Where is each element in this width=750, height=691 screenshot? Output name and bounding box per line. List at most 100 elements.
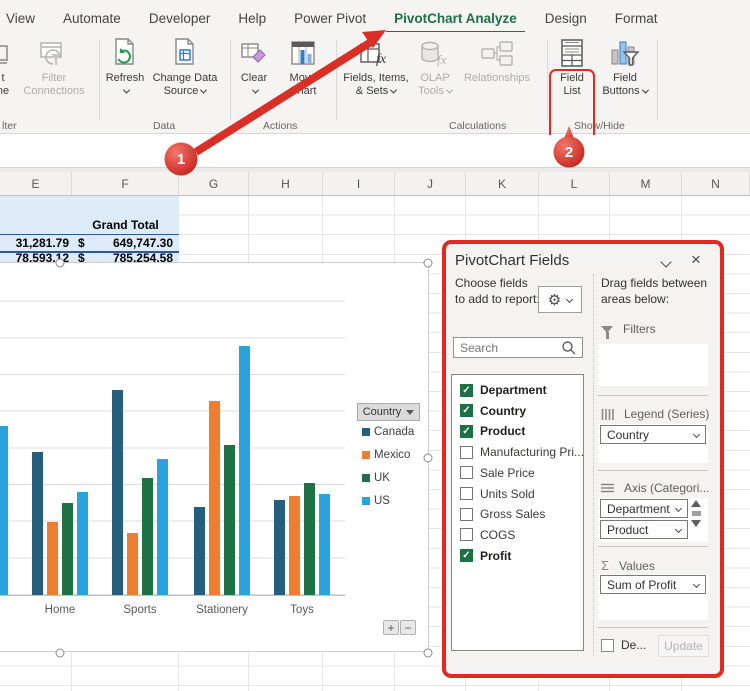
legend-field-dropdown[interactable]: Country [600, 425, 706, 444]
button-label: Relationships [463, 72, 531, 84]
bar-mexico-toys[interactable] [289, 496, 300, 595]
values-drop-zone[interactable]: Sum of Profit [598, 574, 708, 620]
selection-handle-top-right[interactable] [423, 258, 433, 268]
filter-connections-button[interactable]: Filter Connections [12, 36, 96, 98]
column-header-N[interactable]: N [682, 172, 750, 195]
tab-format[interactable]: Format [601, 7, 672, 30]
bar-us-home[interactable] [77, 492, 88, 595]
pivot-chart[interactable]: Home Sports Stationery Toys Country Canada M… [0, 258, 433, 658]
unchecked-checkbox[interactable] [460, 507, 473, 521]
move-chart-button[interactable]: Move Chart [282, 36, 324, 98]
field-item-product[interactable]: ✓ Product [460, 424, 525, 438]
bar-mexico-home[interactable] [47, 521, 58, 595]
change-data-source-button[interactable]: Change Data Source [152, 36, 218, 98]
field-item-cogs[interactable]: COGS [460, 528, 515, 542]
grand-total-cell[interactable]: Grand Total [72, 218, 179, 232]
field-item-sale-price[interactable]: Sale Price [460, 466, 535, 480]
clear-button[interactable]: Clear [237, 36, 271, 98]
tab-view[interactable]: View [0, 7, 49, 30]
bar-uk-sports[interactable] [142, 477, 153, 595]
defer-layout-update[interactable]: De... [601, 638, 646, 652]
bar-mexico-sports[interactable] [127, 532, 138, 595]
olap-tools-button[interactable]: fx OLAP Tools [414, 36, 456, 98]
axis-field-dropdown-department[interactable]: Department [600, 499, 688, 518]
panel-close-icon[interactable]: × [691, 250, 701, 270]
legend-label: Canada [374, 426, 415, 438]
column-header-K[interactable]: K [466, 172, 539, 195]
cell-e[interactable]: 31,281.79 [0, 236, 72, 250]
tab-design[interactable]: Design [531, 7, 601, 30]
defer-checkbox[interactable] [601, 638, 614, 652]
bar-canada-toys[interactable] [274, 499, 285, 595]
bar-us-sports[interactable] [157, 459, 168, 595]
tab-help[interactable]: Help [224, 7, 280, 30]
column-header-L[interactable]: L [539, 172, 610, 195]
bar-uk-home[interactable] [62, 503, 73, 595]
field-item-units-sold[interactable]: Units Sold [460, 487, 535, 501]
tab-power-pivot[interactable]: Power Pivot [280, 7, 380, 30]
search-input[interactable]: Search [453, 337, 583, 358]
unchecked-checkbox[interactable] [460, 445, 473, 459]
refresh-button[interactable]: Refresh [103, 36, 147, 98]
column-header-H[interactable]: H [249, 172, 323, 195]
cell-f[interactable]: $649,747.30 [72, 236, 179, 250]
checked-checkbox[interactable]: ✓ [460, 383, 473, 397]
field-item-manufacturing-pri-[interactable]: Manufacturing Pri... [460, 445, 584, 459]
unchecked-checkbox[interactable] [460, 466, 473, 480]
checked-checkbox[interactable]: ✓ [460, 404, 473, 418]
tab-automate[interactable]: Automate [49, 7, 135, 30]
expand-button[interactable]: + [383, 620, 399, 635]
field-item-profit[interactable]: ✓ Profit [460, 549, 511, 563]
axis-scrollbar[interactable] [691, 500, 703, 527]
field-item-gross-sales[interactable]: Gross Sales [460, 507, 545, 521]
tab-developer[interactable]: Developer [135, 7, 225, 30]
column-header-J[interactable]: J [395, 172, 466, 195]
pivot-table-cells[interactable]: Grand Total 31,281.79 $649,747.30 78,593… [0, 196, 179, 262]
country-field-button[interactable]: Country [357, 403, 420, 421]
relationships-button[interactable]: Relationships [460, 36, 534, 85]
selection-handle-bottom[interactable] [55, 648, 65, 658]
unchecked-checkbox[interactable] [460, 487, 473, 500]
bar-canada-sports[interactable] [112, 389, 123, 595]
axis-field-dropdown-product[interactable]: Product [600, 520, 688, 539]
scroll-thumb[interactable] [692, 511, 701, 516]
bar-uk-toys[interactable] [304, 483, 315, 595]
scroll-down-icon[interactable] [691, 520, 701, 527]
field-buttons-button[interactable]: Field Buttons [600, 36, 650, 98]
chart-expand-collapse-buttons: + − [383, 620, 416, 635]
bar-us-clipped-left[interactable] [0, 426, 8, 595]
bar-uk-stationery[interactable] [224, 444, 235, 595]
field-item-department[interactable]: ✓ Department [460, 383, 547, 397]
filters-drop-zone[interactable] [598, 344, 708, 386]
update-button[interactable]: Update [658, 635, 709, 657]
bar-canada-stationery[interactable] [194, 507, 205, 595]
tools-button[interactable]: ⚙ [538, 286, 582, 313]
scroll-up-icon[interactable] [691, 500, 701, 507]
panel-collapse-icon[interactable] [660, 256, 672, 268]
unchecked-checkbox[interactable] [460, 528, 473, 542]
checked-checkbox[interactable]: ✓ [460, 549, 473, 563]
bar-us-toys[interactable] [319, 494, 330, 595]
column-header-G[interactable]: G [179, 172, 249, 195]
legend-drop-zone[interactable]: Country [598, 424, 708, 463]
selection-handle-top[interactable] [55, 258, 65, 268]
selection-handle-bottom-right[interactable] [423, 648, 433, 658]
formula-bar[interactable] [0, 135, 750, 168]
bar-us-stationery[interactable] [239, 345, 250, 595]
checked-checkbox[interactable]: ✓ [460, 424, 473, 438]
selection-handle-right[interactable] [423, 453, 433, 463]
fields-items-sets-button[interactable]: fx Fields, Items, & Sets [343, 36, 409, 98]
column-header-E[interactable]: E [0, 172, 72, 195]
column-header-F[interactable]: F [72, 172, 179, 195]
column-header-M[interactable]: M [610, 172, 682, 195]
tab-pivotchart-analyze[interactable]: PivotChart Analyze [380, 7, 531, 34]
values-field-dropdown[interactable]: Sum of Profit [600, 575, 706, 594]
axis-drop-zone[interactable]: Department Product [598, 498, 708, 542]
cell-f-clipped[interactable]: $785,254.58 [72, 253, 179, 262]
field-item-country[interactable]: ✓ Country [460, 404, 526, 418]
insert-timeline-button-partial[interactable]: t ne [0, 36, 10, 98]
bar-canada-home[interactable] [32, 452, 43, 595]
collapse-button[interactable]: − [400, 620, 416, 635]
bar-mexico-stationery[interactable] [209, 400, 220, 595]
column-header-I[interactable]: I [323, 172, 395, 195]
